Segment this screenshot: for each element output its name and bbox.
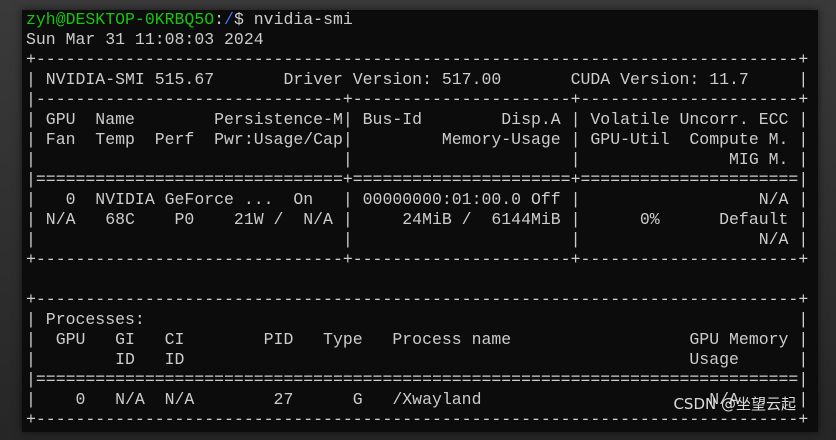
smi-line: |-------------------------------+-------… [26, 90, 809, 109]
prompt-path: / [224, 10, 234, 29]
smi-line: +---------------------------------------… [26, 290, 809, 309]
smi-line: | | | N/A | [26, 230, 809, 249]
smi-line: +---------------------------------------… [26, 50, 809, 69]
window-frame: zyh@DESKTOP-0KRBQ5O:/$ nvidia-smi Sun Mar… [0, 0, 836, 440]
prompt-separator: : [214, 10, 225, 29]
terminal-output: zyh@DESKTOP-0KRBQ5O:/$ nvidia-smi Sun Mar… [26, 10, 808, 430]
prompt-user-host: zyh@DESKTOP-0KRBQ5O [26, 10, 215, 29]
smi-line: | 0 NVIDIA GeForce ... On | 00000000:01:… [26, 190, 809, 209]
smi-line: |=======================================… [26, 370, 809, 389]
smi-line: | GPU Name Persistence-M| Bus-Id Disp.A … [26, 110, 809, 129]
smi-line [26, 270, 808, 290]
prompt-symbol: $ [233, 10, 254, 29]
smi-line: +-------------------------------+-------… [26, 250, 809, 269]
smi-line: |===============================+=======… [26, 170, 809, 189]
smi-line: | Processes: | [26, 310, 809, 329]
smi-line: | NVIDIA-SMI 515.67 Driver Version: 517.… [26, 70, 809, 89]
prompt-line: zyh@DESKTOP-0KRBQ5O:/$ nvidia-smi [26, 10, 808, 30]
watermark-text: CSDN @坐望云起 [673, 395, 796, 413]
smi-line: | N/A 68C P0 21W / N/A | 24MiB / 6144MiB… [26, 210, 809, 229]
prompt-command: nvidia-smi [253, 10, 353, 29]
timestamp-line: Sun Mar 31 11:08:03 2024 [26, 30, 264, 49]
smi-line: | | | MIG M. | [26, 150, 809, 169]
smi-line: | GPU GI CI PID Type Process name GPU Me… [26, 330, 809, 349]
terminal-window[interactable]: zyh@DESKTOP-0KRBQ5O:/$ nvidia-smi Sun Mar… [22, 10, 818, 432]
smi-line: | Fan Temp Perf Pwr:Usage/Cap| Memory-Us… [26, 130, 809, 149]
smi-line: | ID ID Usage | [26, 350, 809, 369]
